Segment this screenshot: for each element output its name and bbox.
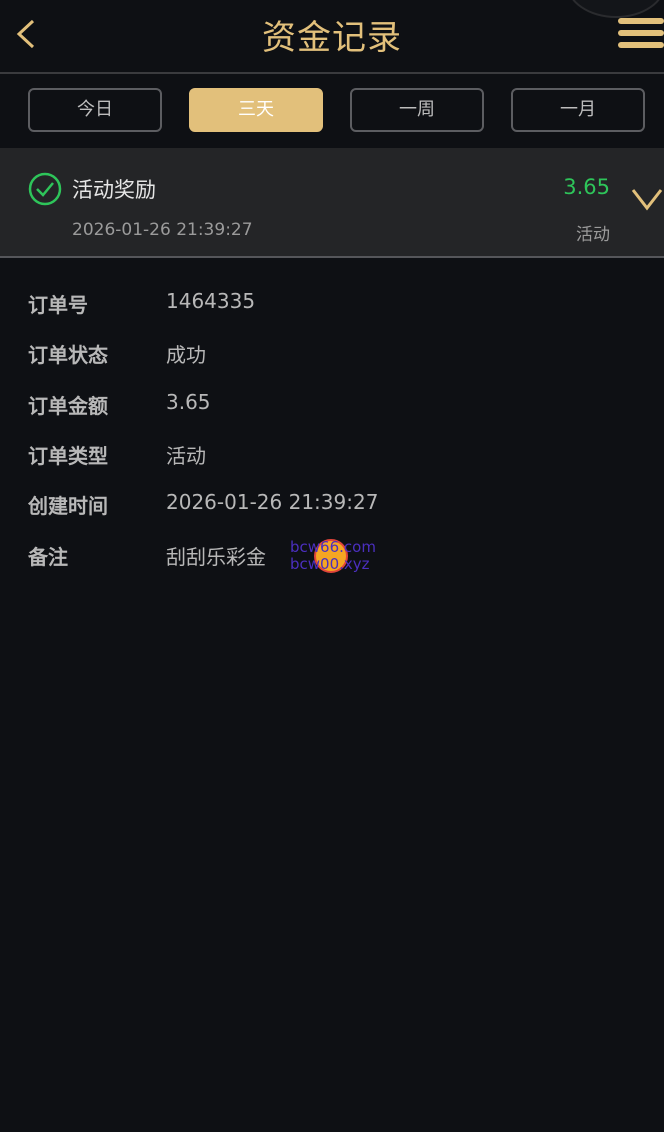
detail-label: 订单号 bbox=[28, 293, 88, 317]
check-circle-icon bbox=[28, 172, 62, 206]
date-filter-tabs: 今日 三天 一周 一月 bbox=[0, 74, 664, 148]
detail-value: 1464335 bbox=[166, 289, 256, 313]
detail-label: 订单状态 bbox=[28, 343, 108, 367]
record-amount: 3.65 bbox=[563, 175, 610, 199]
page-title: 资金记录 bbox=[262, 18, 402, 58]
detail-value: 刮刮乐彩金 bbox=[166, 545, 266, 569]
detail-value: 活动 bbox=[166, 444, 206, 468]
tab-three-days[interactable]: 三天 bbox=[189, 88, 323, 132]
detail-row-order-status: 订单状态 成功 bbox=[28, 339, 628, 375]
chevron-down-icon[interactable] bbox=[630, 186, 664, 212]
tab-month[interactable]: 一月 bbox=[511, 88, 645, 132]
watermark: bcw66.com bcw00.xyz bbox=[290, 538, 390, 578]
record-title: 活动奖励 bbox=[72, 178, 156, 202]
record-item[interactable]: 活动奖励 2026-01-26 21:39:27 3.65 活动 bbox=[0, 148, 664, 258]
detail-label: 订单类型 bbox=[28, 444, 108, 468]
detail-row-order-amount: 订单金额 3.65 bbox=[28, 390, 628, 426]
watermark-line-2: bcw00.xyz bbox=[290, 555, 370, 573]
detail-label: 备注 bbox=[28, 545, 68, 569]
hamburger-menu-icon[interactable] bbox=[614, 18, 664, 52]
tab-today[interactable]: 今日 bbox=[28, 88, 162, 132]
detail-label: 订单金额 bbox=[28, 394, 108, 418]
tab-week[interactable]: 一周 bbox=[350, 88, 484, 132]
detail-value: 3.65 bbox=[166, 390, 211, 414]
header-bar: 资金记录 bbox=[0, 0, 664, 74]
detail-row-order-number: 订单号 1464335 bbox=[28, 289, 628, 325]
record-time: 2026-01-26 21:39:27 bbox=[72, 220, 253, 240]
record-type: 活动 bbox=[576, 225, 610, 245]
detail-row-order-type: 订单类型 活动 bbox=[28, 440, 628, 476]
detail-row-created-time: 创建时间 2026-01-26 21:39:27 bbox=[28, 490, 628, 526]
watermark-line-1: bcw66.com bbox=[290, 538, 376, 556]
detail-value: 2026-01-26 21:39:27 bbox=[166, 490, 379, 514]
detail-value: 成功 bbox=[166, 343, 206, 367]
detail-label: 创建时间 bbox=[28, 494, 108, 518]
